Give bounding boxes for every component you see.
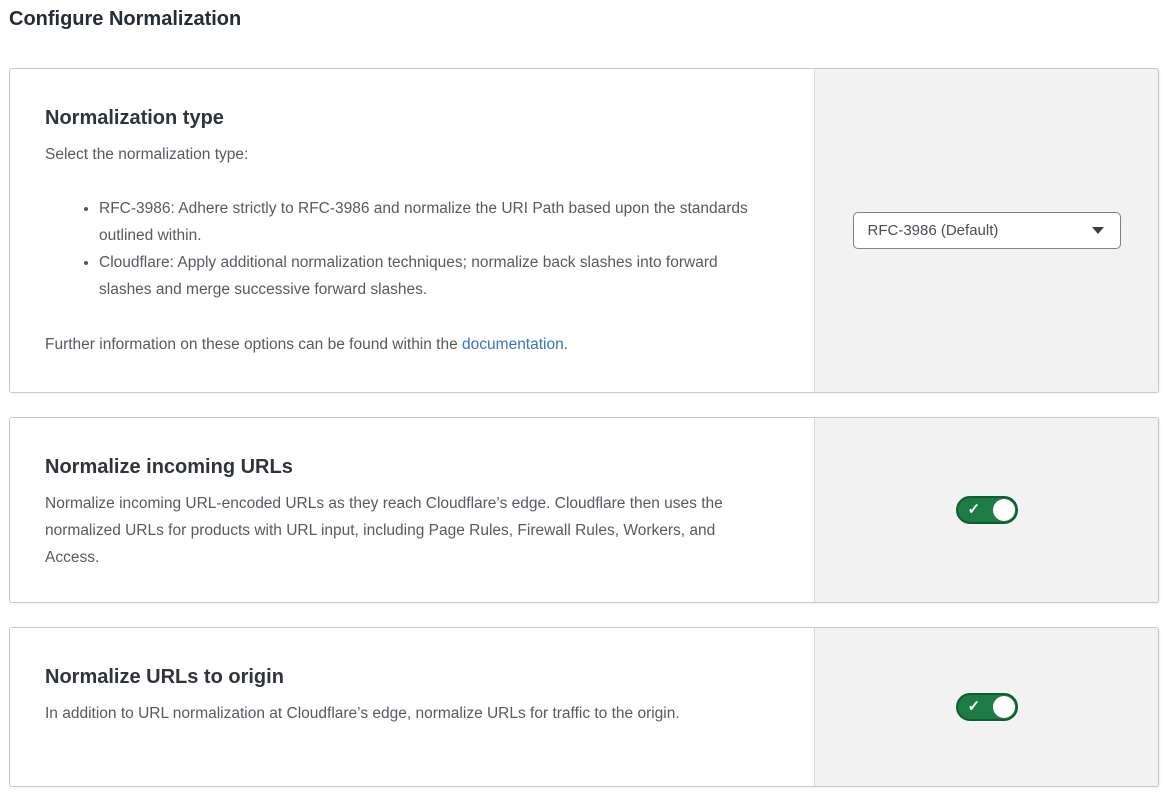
- configure-normalization-page: Configure Normalization Normalization ty…: [0, 0, 1167, 787]
- card-heading-normalize-incoming-urls: Normalize incoming URLs: [45, 454, 764, 480]
- normalization-type-select[interactable]: RFC-3986 (Default): [853, 212, 1121, 249]
- caret-down-icon: [1092, 227, 1104, 234]
- card-normalize-urls-to-origin: Normalize URLs to origin In addition to …: [9, 627, 1159, 787]
- toggle-knob: [993, 499, 1015, 521]
- check-icon: ✓: [968, 502, 981, 517]
- bullet-cloudflare: Cloudflare: Apply additional normalizati…: [99, 249, 761, 303]
- check-icon: ✓: [968, 699, 981, 714]
- bullet-rfc-3986: RFC-3986: Adhere strictly to RFC-3986 an…: [99, 195, 761, 249]
- normalize-incoming-urls-description: Normalize incoming URL-encoded URLs as t…: [45, 490, 764, 571]
- card-normalize-urls-to-origin-content: Normalize URLs to origin In addition to …: [10, 628, 814, 786]
- further-information-note: Further information on these options can…: [45, 331, 764, 358]
- card-normalization-type-content: Normalization type Select the normalizat…: [10, 69, 814, 392]
- card-normalize-incoming-urls-content: Normalize incoming URLs Normalize incomi…: [10, 418, 814, 602]
- normalization-type-side-panel: RFC-3986 (Default): [814, 69, 1158, 392]
- footer-suffix: .: [564, 336, 568, 353]
- card-normalize-incoming-urls: Normalize incoming URLs Normalize incomi…: [9, 417, 1159, 603]
- page-title: Configure Normalization: [9, 8, 1159, 31]
- documentation-link[interactable]: documentation: [462, 336, 564, 353]
- toggle-knob: [993, 696, 1015, 718]
- footer-prefix: Further information on these options can…: [45, 336, 462, 353]
- normalization-type-intro: Select the normalization type:: [45, 141, 764, 168]
- card-normalization-type: Normalization type Select the normalizat…: [9, 68, 1159, 393]
- card-heading-normalize-urls-to-origin: Normalize URLs to origin: [45, 664, 764, 690]
- normalize-incoming-urls-toggle[interactable]: ✓: [956, 496, 1018, 524]
- normalize-incoming-urls-side-panel: ✓: [814, 418, 1158, 602]
- normalize-urls-to-origin-side-panel: ✓: [814, 628, 1158, 786]
- normalization-type-select-value: RFC-3986 (Default): [868, 222, 999, 239]
- card-heading-normalization-type: Normalization type: [45, 105, 764, 131]
- normalize-urls-to-origin-toggle[interactable]: ✓: [956, 693, 1018, 721]
- normalize-urls-to-origin-description: In addition to URL normalization at Clou…: [45, 700, 745, 727]
- normalization-type-options-list: RFC-3986: Adhere strictly to RFC-3986 an…: [45, 195, 764, 303]
